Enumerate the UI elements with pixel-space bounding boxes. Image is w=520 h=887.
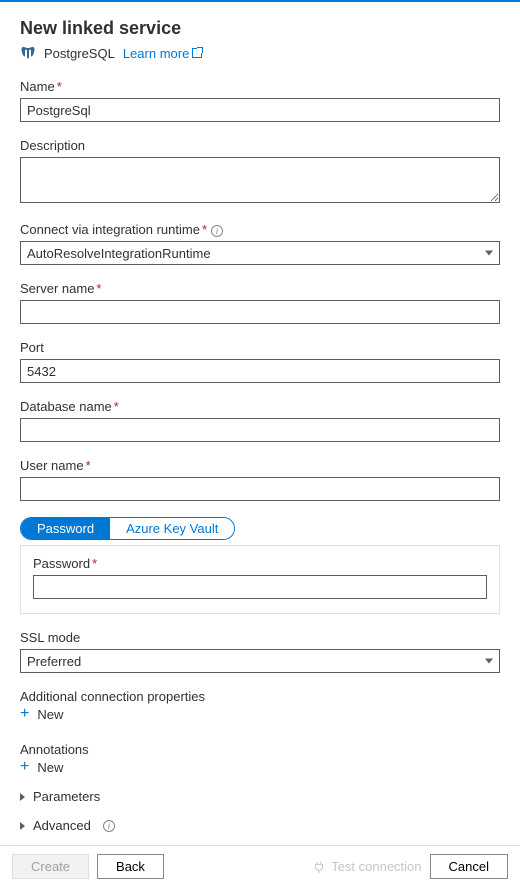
plus-icon: +	[20, 759, 29, 775]
chevron-right-icon	[20, 822, 25, 830]
additional-props-label: Additional connection properties	[20, 689, 500, 704]
name-input[interactable]	[20, 98, 500, 122]
service-type-label: PostgreSQL	[44, 46, 115, 61]
runtime-value: AutoResolveIntegrationRuntime	[27, 246, 211, 261]
create-button: Create	[12, 854, 89, 879]
password-source-toggle: Password Azure Key Vault	[20, 517, 235, 540]
username-label: User name*	[20, 458, 500, 473]
sslmode-value: Preferred	[27, 654, 81, 669]
name-label: Name*	[20, 79, 500, 94]
runtime-label: Connect via integration runtime*i	[20, 222, 500, 237]
learn-more-link[interactable]: Learn more	[123, 46, 202, 61]
additional-props-new-button[interactable]: + New	[20, 706, 63, 722]
annotations-new-button[interactable]: + New	[20, 759, 63, 775]
chevron-down-icon	[485, 659, 493, 664]
port-label: Port	[20, 340, 500, 355]
info-icon[interactable]: i	[211, 225, 223, 237]
password-input[interactable]	[33, 575, 487, 599]
postgresql-icon	[20, 45, 36, 61]
parameters-expander[interactable]: Parameters	[20, 789, 500, 804]
server-label: Server name*	[20, 281, 500, 296]
cancel-button[interactable]: Cancel	[430, 854, 508, 879]
runtime-select[interactable]: AutoResolveIntegrationRuntime	[20, 241, 500, 265]
chevron-down-icon	[485, 251, 493, 256]
toggle-password[interactable]: Password	[21, 518, 110, 539]
annotations-label: Annotations	[20, 742, 500, 757]
description-label: Description	[20, 138, 500, 153]
database-label: Database name*	[20, 399, 500, 414]
plus-icon: +	[20, 706, 29, 722]
page-title: New linked service	[20, 18, 500, 39]
learn-more-text: Learn more	[123, 46, 189, 61]
database-input[interactable]	[20, 418, 500, 442]
username-input[interactable]	[20, 477, 500, 501]
port-input[interactable]	[20, 359, 500, 383]
info-icon[interactable]: i	[103, 820, 115, 832]
advanced-expander[interactable]: Advanced i	[20, 818, 500, 833]
plug-icon	[312, 860, 326, 874]
server-input[interactable]	[20, 300, 500, 324]
sslmode-label: SSL mode	[20, 630, 500, 645]
back-button[interactable]: Back	[97, 854, 164, 879]
password-label: Password*	[33, 556, 97, 571]
sslmode-select[interactable]: Preferred	[20, 649, 500, 673]
toggle-keyvault[interactable]: Azure Key Vault	[110, 518, 234, 539]
test-connection-link: Test connection	[312, 859, 421, 874]
external-link-icon	[192, 48, 202, 58]
chevron-right-icon	[20, 793, 25, 801]
description-input[interactable]	[20, 157, 500, 203]
